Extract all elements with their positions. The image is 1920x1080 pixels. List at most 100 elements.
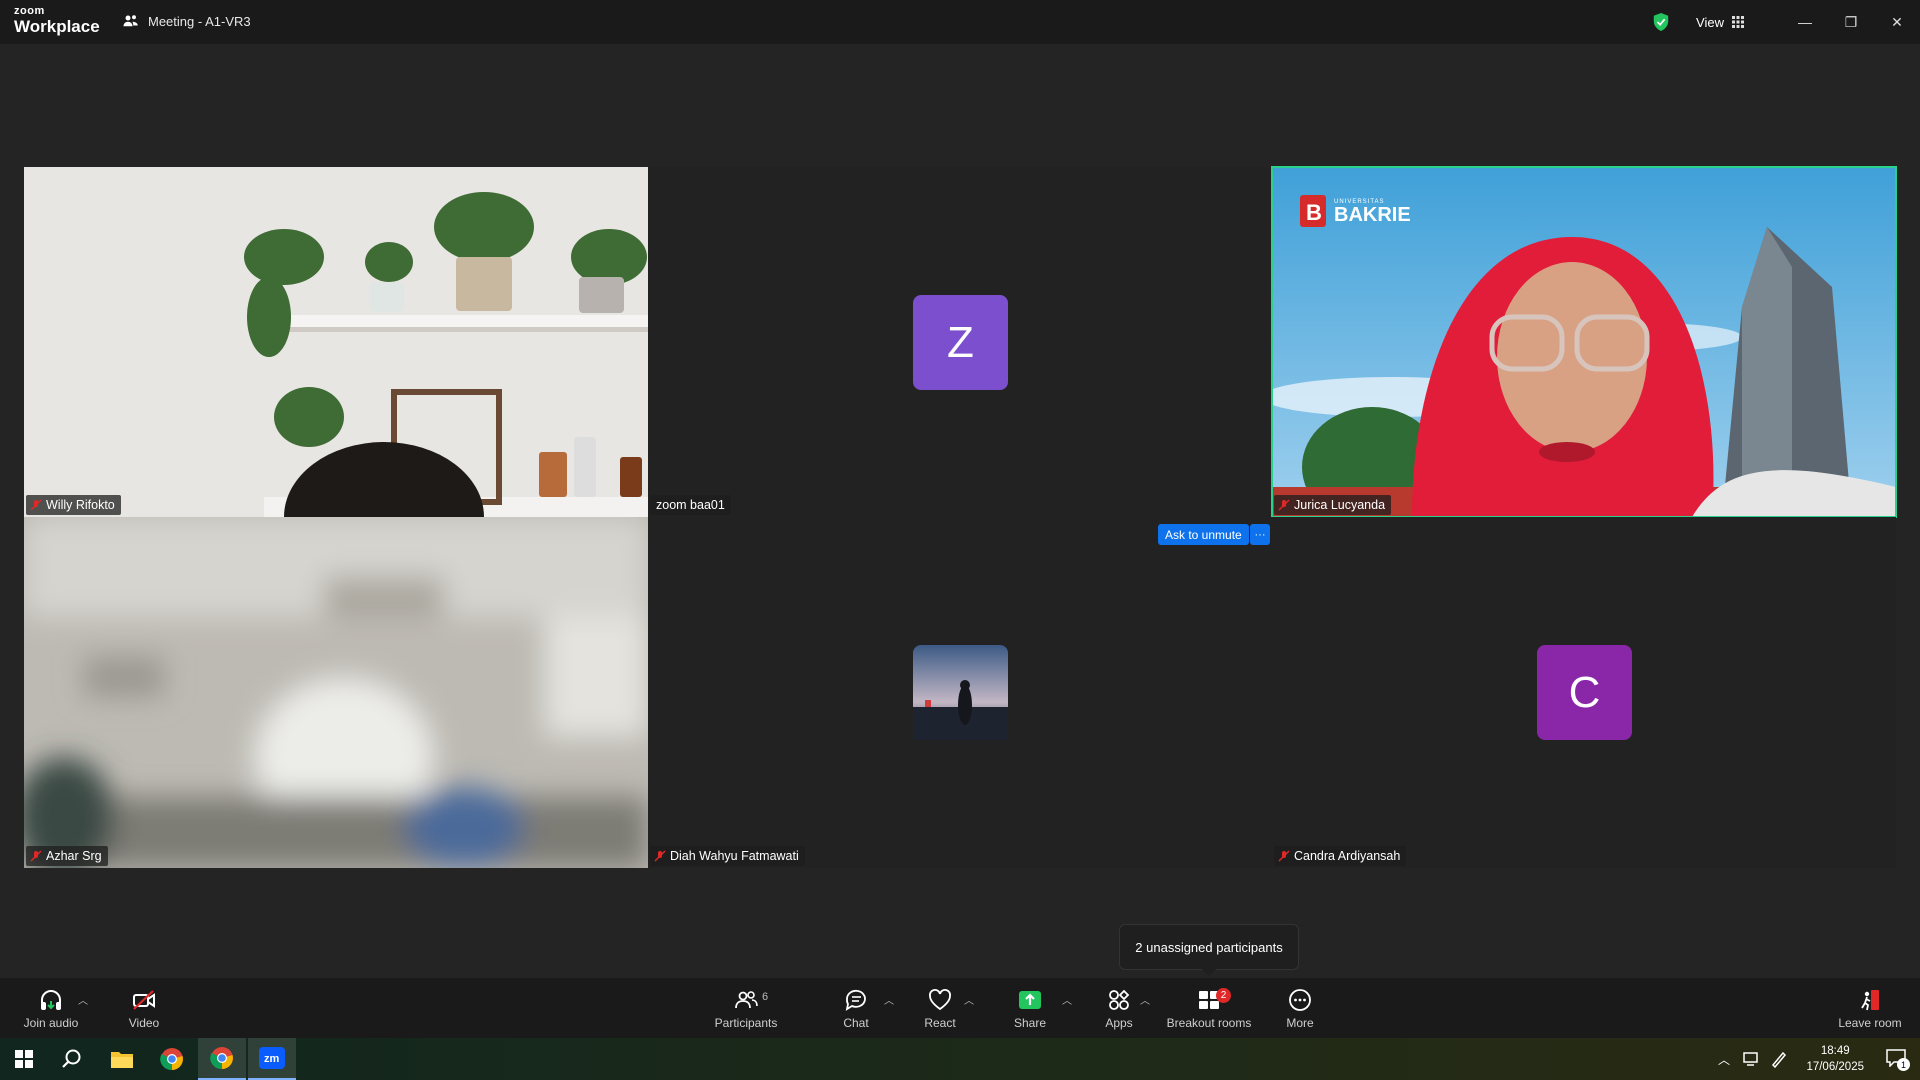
view-button[interactable]: View [1696, 15, 1744, 30]
leave-room-icon [1861, 989, 1879, 1010]
minimize-button[interactable]: — [1782, 0, 1828, 44]
zoom-logo: zoom Workplace [14, 5, 100, 36]
video-tile-willy[interactable]: Willy Rifokto [24, 167, 648, 517]
mic-muted-icon [1278, 850, 1290, 862]
search-icon [62, 1049, 81, 1068]
brand-top: zoom [14, 5, 45, 17]
name-tag: Azhar Srg [26, 846, 108, 866]
svg-text:B: B [1306, 200, 1322, 225]
zoom-app-icon: zm [259, 1047, 285, 1069]
participants-button[interactable]: Participants [706, 978, 786, 1038]
more-button[interactable]: More [1272, 978, 1328, 1038]
meeting-title-text: Meeting - A1-VR3 [148, 13, 251, 29]
heart-icon [929, 988, 951, 1010]
close-button[interactable]: ✕ [1874, 0, 1920, 44]
participant-name: Diah Wahyu Fatmawati [670, 849, 799, 863]
join-audio-button[interactable]: Join audio [14, 978, 88, 1038]
participant-name: Azhar Srg [46, 849, 102, 863]
share-screen-icon [1019, 990, 1041, 1009]
avatar-initial: C [1568, 667, 1601, 717]
notifications-button[interactable]: 1 [1886, 1049, 1910, 1071]
video-label: Video [128, 1015, 160, 1030]
video-tile-zoom-baa01[interactable]: Z zoom baa01 [648, 167, 1272, 517]
apps-icon [1109, 989, 1130, 1010]
restore-icon: ❐ [1844, 13, 1858, 30]
grid-icon [1732, 16, 1744, 28]
leave-room-button[interactable]: Leave room [1834, 978, 1906, 1038]
react-options-caret[interactable]: ︿ [964, 992, 974, 1007]
video-off-icon [133, 989, 155, 1010]
apps-options-caret[interactable]: ︿ [1140, 992, 1150, 1007]
security-shield-icon[interactable] [1652, 12, 1670, 32]
system-tray: ︿ [1718, 1038, 1788, 1080]
apps-button[interactable]: Apps [1090, 978, 1148, 1038]
share-button[interactable]: Share [1000, 978, 1060, 1038]
leave-room-label: Leave room [1838, 1015, 1902, 1030]
more-icon [1289, 988, 1311, 1011]
video-tile-azhar[interactable]: Azhar Srg [24, 517, 648, 868]
meeting-title[interactable]: Meeting - A1-VR3 [122, 12, 251, 30]
react-label: React [924, 1015, 956, 1030]
breakout-rooms-button[interactable]: Breakout rooms [1162, 978, 1256, 1038]
name-tag: Candra Ardiyansah [1274, 846, 1407, 866]
zoom-app-window: zoom Workplace Meeting - A1-VR3 View — ❐… [0, 0, 1920, 1038]
participant-name: Willy Rifokto [46, 498, 115, 512]
windows-logo-icon [15, 1050, 33, 1068]
chat-button[interactable]: Chat [826, 978, 886, 1038]
chrome-profile-button[interactable] [198, 1038, 246, 1080]
video-feed-shelf-plants [24, 167, 648, 517]
chat-label: Chat [843, 1015, 869, 1030]
apps-label: Apps [1105, 1015, 1133, 1030]
network-icon[interactable] [1742, 1051, 1760, 1067]
participant-more-button[interactable]: ··· [1250, 524, 1270, 545]
ask-to-unmute-button[interactable]: Ask to unmute [1158, 524, 1249, 545]
tray-expand-icon[interactable]: ︿ [1718, 1051, 1730, 1068]
title-bar: zoom Workplace Meeting - A1-VR3 View — ❐… [0, 0, 1920, 44]
avatar: Z [913, 295, 1008, 390]
video-tile-diah[interactable]: Diah Wahyu Fatmawati [648, 517, 1272, 868]
clock-time: 18:49 [1820, 1045, 1850, 1057]
join-audio-label: Join audio [23, 1015, 79, 1030]
name-tag: Willy Rifokto [26, 495, 121, 515]
video-feed-blurred [24, 517, 648, 868]
logo-main-text: BAKRIE [1334, 204, 1411, 226]
participants-icon [735, 990, 758, 1008]
tooltip-text: 2 unassigned participants [1135, 939, 1283, 955]
participant-name: Candra Ardiyansah [1294, 849, 1401, 863]
react-button[interactable]: React [910, 978, 970, 1038]
share-options-caret[interactable]: ︿ [1062, 992, 1072, 1007]
breakout-badge: 2 [1216, 988, 1231, 1003]
chat-options-caret[interactable]: ︿ [884, 992, 894, 1007]
mic-muted-icon [654, 850, 666, 862]
restore-button[interactable]: ❐ [1828, 0, 1874, 44]
chrome-button[interactable] [148, 1038, 196, 1080]
headphones-icon [41, 989, 61, 1010]
more-label: More [1286, 1015, 1314, 1030]
clock-date: 17/06/2025 [1806, 1061, 1864, 1073]
share-label: Share [1013, 1015, 1047, 1030]
search-button[interactable] [48, 1038, 96, 1080]
taskbar-clock[interactable]: 18:49 17/06/2025 [1806, 1043, 1864, 1075]
pen-icon[interactable] [1770, 1050, 1788, 1068]
name-tag: Diah Wahyu Fatmawati [650, 846, 805, 866]
chat-icon [845, 989, 866, 1011]
profile-photo [913, 645, 1008, 740]
windows-taskbar: zm ︿ 18:49 17/06/2025 1 [0, 1038, 1920, 1080]
file-explorer-button[interactable] [98, 1038, 146, 1080]
meeting-people-icon [123, 15, 138, 27]
audio-options-caret[interactable]: ︿ [78, 992, 88, 1007]
avatar-initial: Z [947, 317, 974, 367]
chrome-icon [210, 1047, 233, 1070]
name-tag: Jurica Lucyanda [1274, 495, 1392, 515]
video-tile-jurica[interactable]: B UNIVERSITAS BAKRIE Jurica Lucyanda [1272, 167, 1896, 517]
mic-muted-icon [30, 499, 42, 511]
folder-icon [111, 1052, 133, 1068]
brand-bottom: Workplace [14, 17, 100, 36]
breakout-rooms-label: Breakout rooms [1166, 1015, 1252, 1030]
video-tile-candra[interactable]: C Candra Ardiyansah [1272, 517, 1896, 868]
participants-count: 6 [762, 991, 769, 1003]
zoom-taskbar-button[interactable]: zm [248, 1038, 296, 1080]
mic-muted-icon [1278, 499, 1290, 511]
video-button[interactable]: Video [114, 978, 174, 1038]
start-button[interactable] [0, 1038, 48, 1080]
